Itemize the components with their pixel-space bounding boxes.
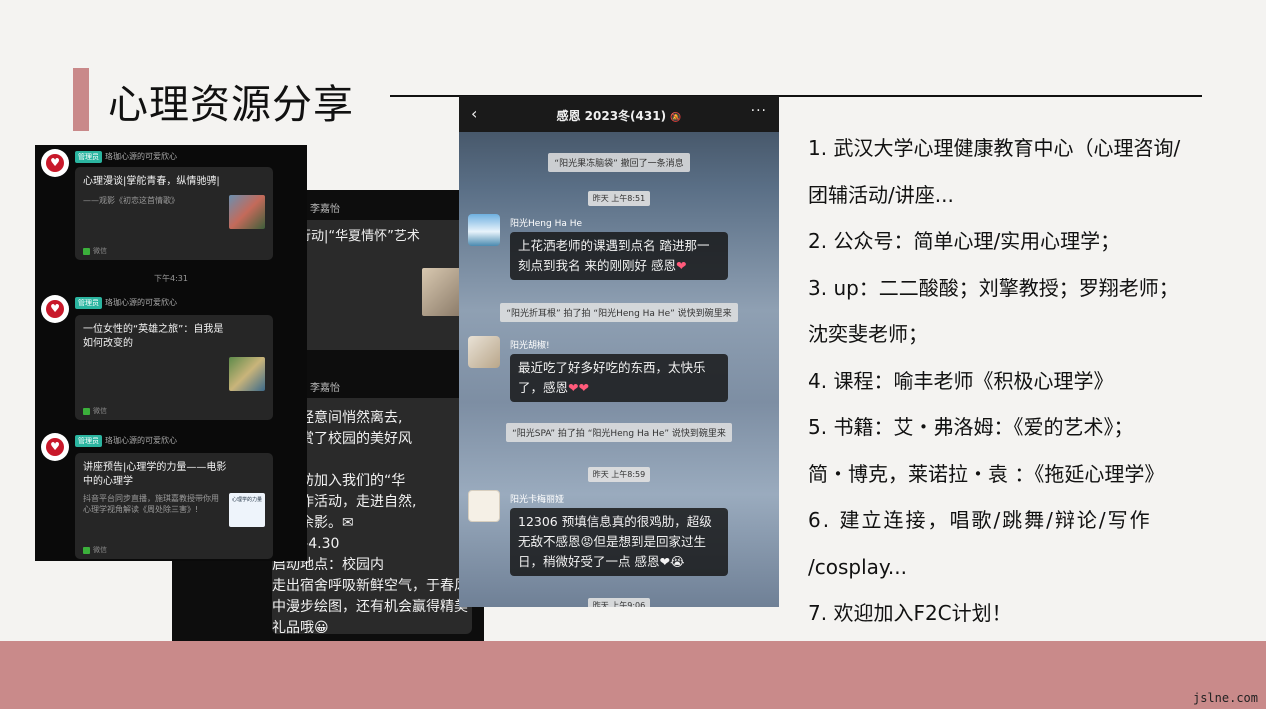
mid-card-thumbnail [422,268,462,316]
list-item: 5. 书籍：艾・弗洛姆：《爱的艺术》； [808,415,1134,439]
chat-title: 感恩 2023冬(431) 🔕 [459,107,779,124]
message-sender: 阳光Heng Ha He [510,219,583,229]
page-title: 心理资源分享 [108,82,354,128]
message-sender: 阳光胡椒! [510,341,550,351]
article-card[interactable]: 一位女性的“英雄之旅”：自我是如何改变的 微信 [75,315,273,420]
article-thumbnail: 心理学的力量 [229,493,265,527]
mute-icon: 🔕 [670,113,682,123]
wechat-source: 微信 [83,406,107,416]
list-item: /cosplay... [808,554,907,579]
avatar: ♥ [41,149,69,177]
mid-card-title: 行动|“华夏情怀”艺术 [298,229,420,244]
list-item: 4. 课程：喻丰老师《积极心理学》 [808,368,1114,393]
list-item: 1. 武汉大学心理健康教育中心（心理咨询/ [808,136,1181,160]
article-subtitle: 抖音平台同步直播，施琪嘉教授带你用心理学视角解读《周处除三害》! [83,494,219,514]
timestamp: 昨天 上午8:59 [459,462,779,482]
source-label: 微信 [93,247,107,255]
right-chat-screenshot: ‹ 感恩 2023冬(431) 🔕 ··· “阳光果冻脑袋” 撤回了一条消息 昨… [459,96,779,607]
message-bubble[interactable]: 上花洒老师的课遇到点名 踏进那一刻点到我名 来的刚刚好 感恩❤ [510,232,728,280]
wechat-icon [83,407,90,415]
article-card[interactable]: 讲座预告|心理学的力量——电影中的心理学 抖音平台同步直播，施琪嘉教授带你用心理… [75,453,273,559]
heart-logo-icon: ♥ [46,300,64,318]
article-title: 讲座预告|心理学的力量——电影中的心理学 [83,462,227,487]
post-sender: 珞珈心源的可爱欣心 [105,436,177,445]
admin-badge: 管理员 [75,297,102,309]
list-item: 3. up：二二酸酸；刘擎教授；罗翔老师； [808,275,1179,300]
timestamp: 昨天 上午9:06 [459,593,779,607]
article-subtitle: ——观影《初恋这首情歌》 [83,196,179,205]
article-title: 心理漫谈|掌舵青春，纵情驰骋| [83,176,220,187]
wechat-source: 微信 [83,545,107,555]
list-item: 简・博克，莱诺拉・袁 ：《拖延心理学》 [808,461,1165,486]
heart-logo-icon: ♥ [46,154,64,172]
list-item: 2. 公众号：简单心理/实用心理学； [808,229,1121,253]
recall-notice-text: “阳光果冻脑袋” 撤回了一条消息 [548,153,690,172]
article-card[interactable]: 心理漫谈|掌舵青春，纵情驰骋| ——观影《初恋这首情歌》 微信 [75,167,273,260]
title-accent-bar [73,68,89,131]
source-label: 微信 [93,407,107,415]
heart-icon: ❤ [578,380,589,395]
mid-article-card: 行动|“华夏情怀”艺术 [292,220,468,350]
wechat-icon [83,546,90,554]
avatar: ♥ [41,295,69,323]
article-thumbnail [229,357,265,391]
more-icon[interactable]: ··· [751,103,767,119]
message-bubble[interactable]: 最近吃了好多好吃的东西，太快乐了，感恩❤❤ [510,354,728,402]
heart-icon: ❤ [568,380,579,395]
time-divider: 下午4:31 [154,274,188,283]
source-label: 微信 [93,546,107,554]
left-chat-screenshot: ♥ 管理员 珞珈心源的可爱欣心 心理漫谈|掌舵青春，纵情驰骋| ——观影《初恋这… [35,145,307,561]
post-sender: 珞珈心源的可爱欣心 [105,298,177,307]
timestamp-text: 昨天 上午8:51 [587,191,651,206]
user-avatar[interactable] [468,490,500,522]
watermark: jslne.com [1192,691,1258,705]
timestamp-text: 昨天 上午9:06 [587,598,651,607]
wechat-icon [83,247,90,255]
pat-notice-text: “阳光折耳根” 拍了拍 “阳光Heng Ha He” 说快到碗里来 [500,303,738,322]
message-bubble[interactable]: 12306 预填信息真的很鸡肋，超级无敌不感恩😡但是想到是回家过生日，稍微好受了… [510,508,728,576]
avatar: ♥ [41,433,69,461]
pat-notice: “阳光SPA” 拍了拍 “阳光Heng Ha He” 说快到碗里来 [459,421,779,442]
user-avatar[interactable] [468,214,500,246]
timestamp: 昨天 上午8:51 [459,186,779,206]
list-item: 团辅活动/讲座... [808,182,954,207]
list-item: 沈奕斐老师； [808,322,928,346]
list-item: 7. 欢迎加入F2C计划！ [808,601,1012,625]
pat-notice-text: “阳光SPA” 拍了拍 “阳光Heng Ha He” 说快到碗里来 [506,423,732,442]
pat-notice: “阳光折耳根” 拍了拍 “阳光Heng Ha He” 说快到碗里来 [459,301,779,322]
slide: 心理资源分享 李嘉怡 行动|“华夏情怀”艺术 李嘉怡 在不经意间悄然离去, 门欣… [0,0,1266,709]
chat-header: ‹ 感恩 2023冬(431) 🔕 ··· [459,96,779,132]
resource-list: 1. 武汉大学心理健康教育中心（心理咨询/ 团辅活动/讲座... 2. 公众号：… [808,125,1263,637]
article-thumbnail [229,195,265,229]
mid-sender-name-2: 李嘉怡 [310,383,340,394]
message-sender: 阳光卡梅丽娅 [510,495,565,505]
timestamp-text: 昨天 上午8:59 [587,467,651,482]
recall-notice: “阳光果冻脑袋” 撤回了一条消息 [459,151,779,172]
message-text: 最近吃了好多好吃的东西，太快乐了，感恩 [518,360,706,395]
heart-icon: ❤ [675,258,687,273]
mid-sender-name: 李嘉怡 [310,204,340,215]
wechat-source: 微信 [83,246,107,256]
admin-badge: 管理员 [75,151,102,163]
user-avatar[interactable] [468,336,500,368]
chat-title-text: 感恩 2023冬(431) [556,109,667,123]
post-sender: 珞珈心源的可爱欣心 [105,152,177,161]
heart-logo-icon: ♥ [46,438,64,456]
article-title: 一位女性的“英雄之旅”：自我是如何改变的 [83,324,224,349]
admin-badge: 管理员 [75,435,102,447]
list-item: 6. 建立连接，唱歌/跳舞/辩论/写作 [808,508,1152,532]
message-text: 12306 预填信息真的很鸡肋，超级无敌不感恩😡但是想到是回家过生日，稍微好受了… [518,514,712,569]
bottom-band [0,641,1266,709]
